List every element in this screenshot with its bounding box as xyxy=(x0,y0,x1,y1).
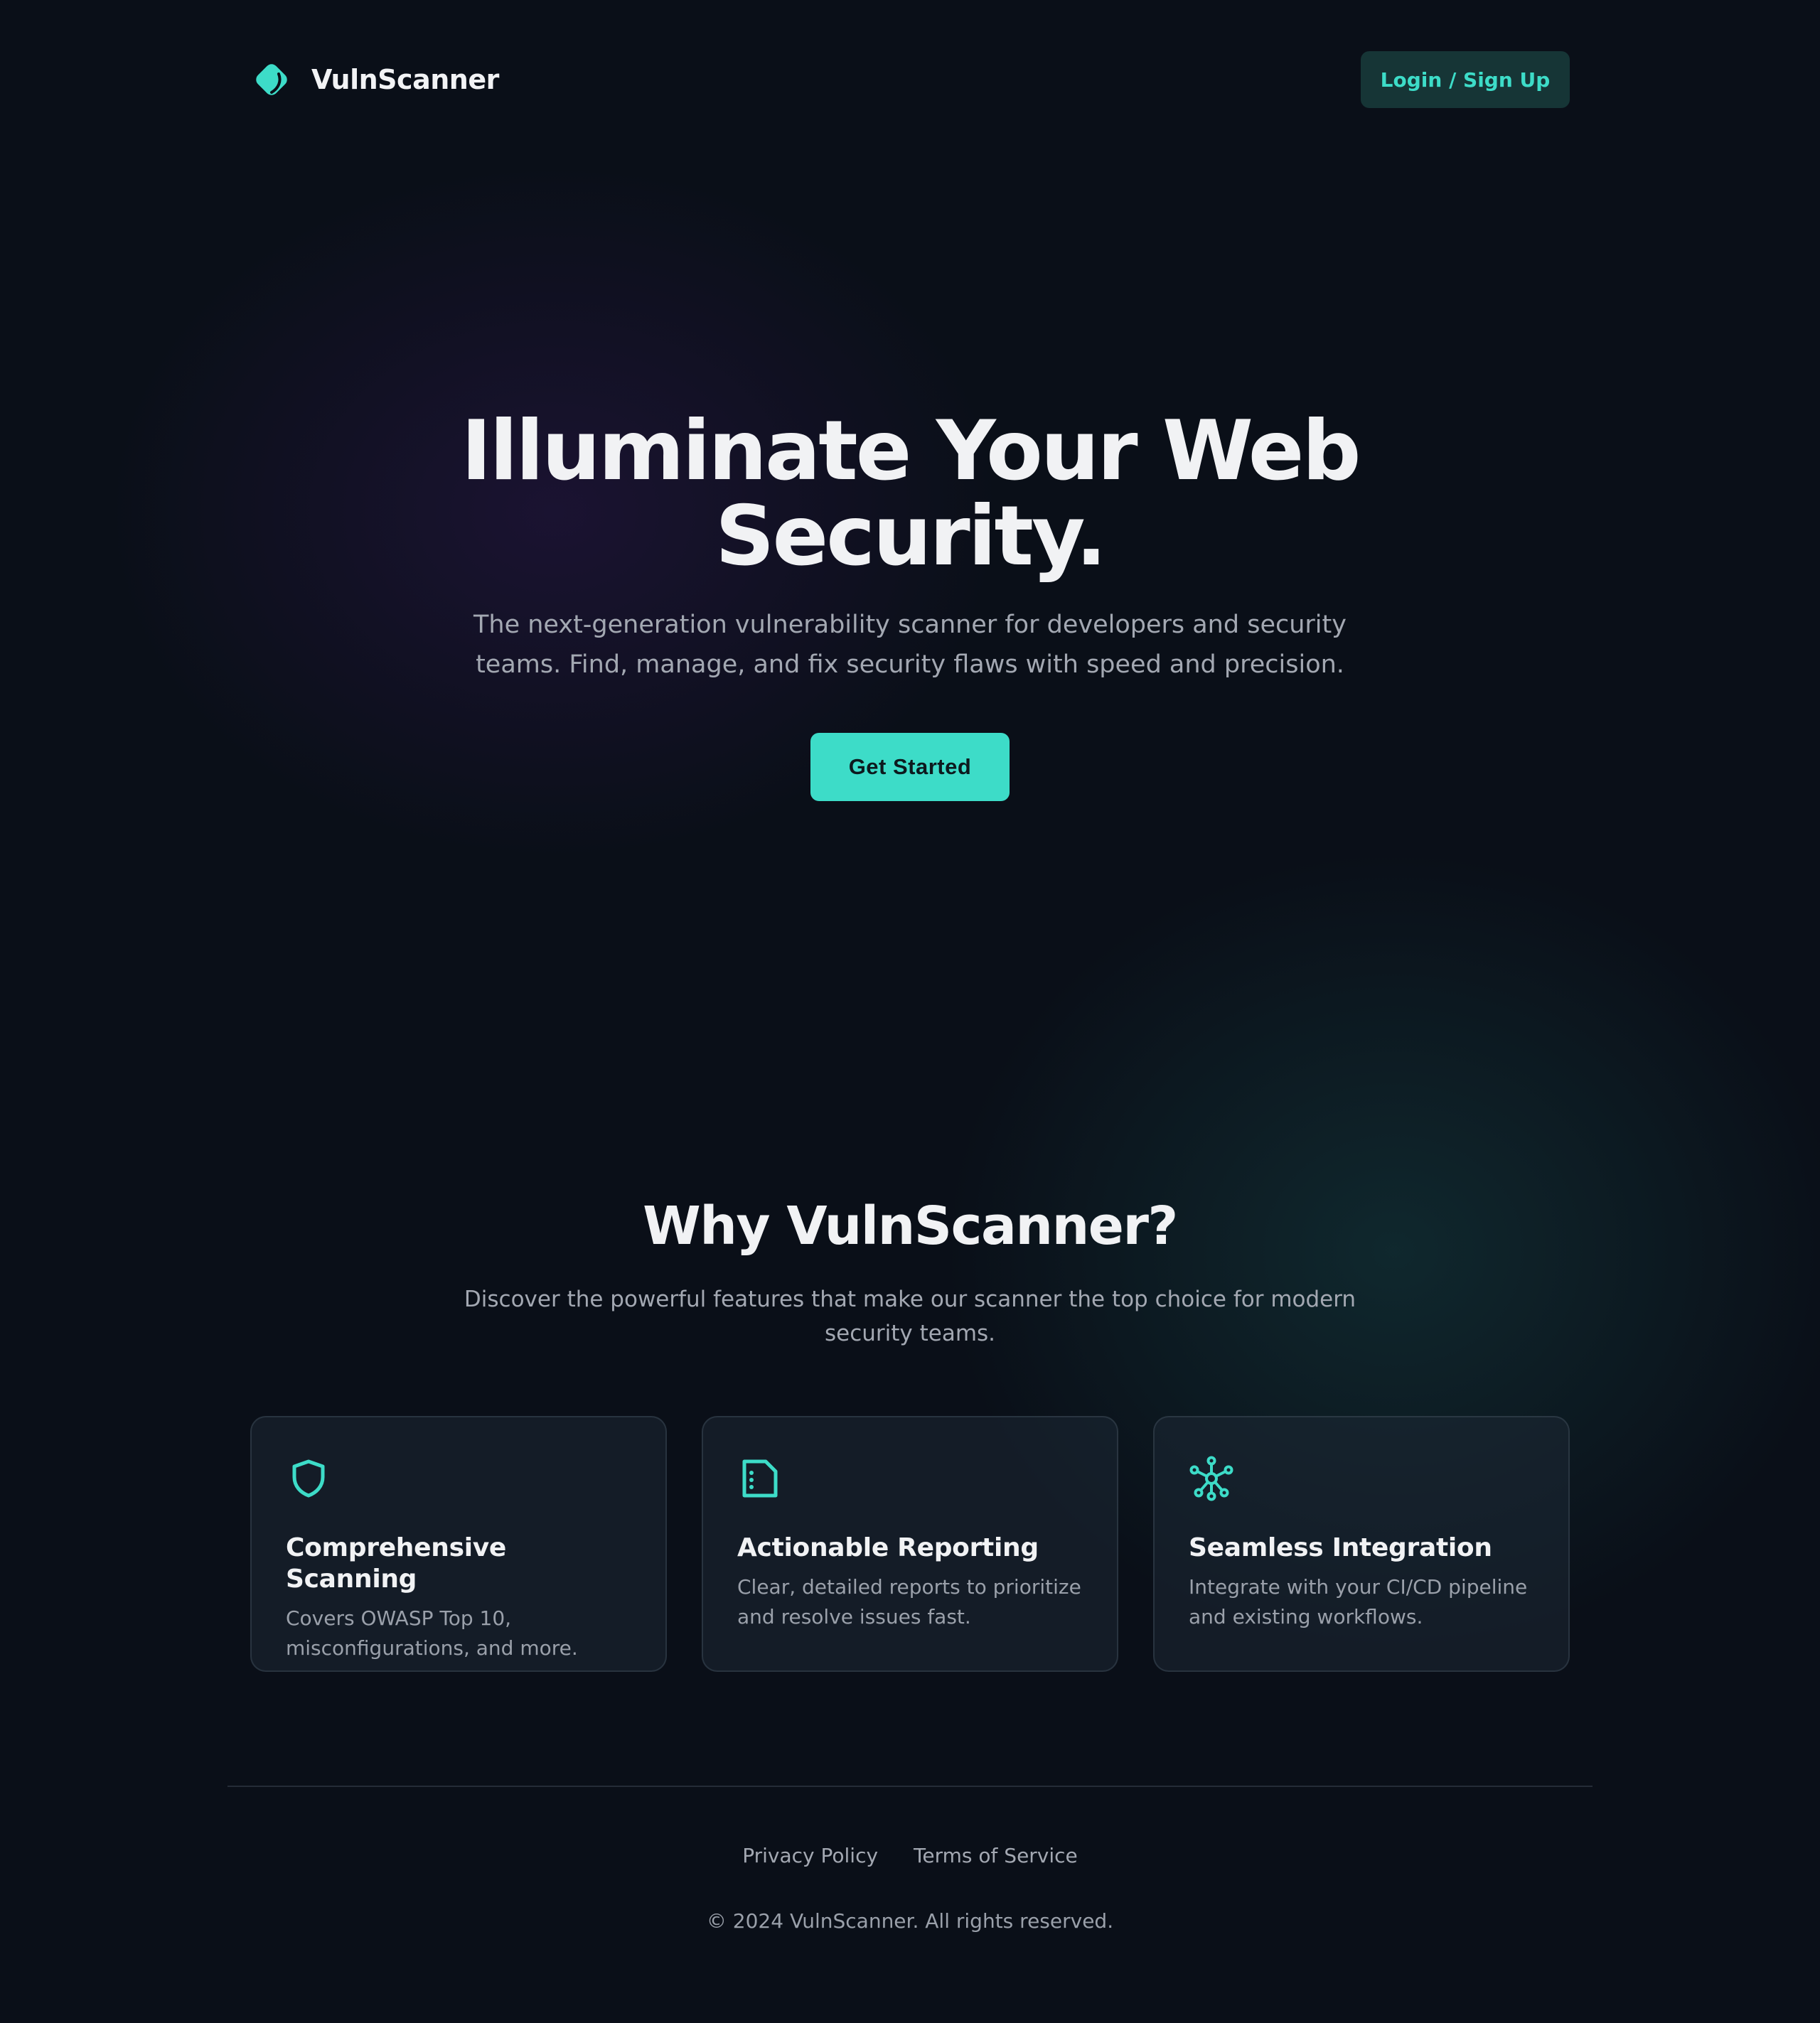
hero-subtitle: The next-generation vulnerability scanne… xyxy=(473,611,1347,679)
footer-divider xyxy=(228,1786,1592,1787)
report-document-icon xyxy=(742,1459,778,1498)
hero-title: Illuminate Your Web Security. xyxy=(461,403,1361,584)
tag-diamond-icon xyxy=(256,64,287,95)
hero-section: Illuminate Your Web Security. The next-g… xyxy=(0,409,1820,801)
feature-description: Clear, detailed reports to prioritize an… xyxy=(737,1575,1081,1628)
login-signup-button[interactable]: Login / Sign Up xyxy=(1361,51,1570,108)
feature-card-scanning: Comprehensive Scanning Covers OWASP Top … xyxy=(250,1416,667,1672)
brand[interactable]: VulnScanner xyxy=(250,58,499,101)
why-subtitle: Discover the powerful features that make… xyxy=(464,1287,1356,1346)
why-section: Why VulnScanner? Discover the powerful f… xyxy=(0,1194,1820,1351)
why-title: Why VulnScanner? xyxy=(643,1196,1178,1257)
copyright-text: © 2024 VulnScanner. All rights reserved. xyxy=(706,1909,1114,1933)
feature-card-integration: Seamless Integration Integrate with your… xyxy=(1153,1416,1570,1672)
feature-cards: Comprehensive Scanning Covers OWASP Top … xyxy=(250,1416,1570,1672)
network-hub-icon xyxy=(1189,1456,1233,1501)
feature-description: Covers OWASP Top 10, misconfigurations, … xyxy=(286,1606,578,1660)
feature-title: Actionable Reporting xyxy=(737,1533,1039,1562)
privacy-policy-link[interactable]: Privacy Policy xyxy=(742,1844,878,1867)
site-header: VulnScanner Login / Sign Up xyxy=(250,51,1570,108)
feature-title: Comprehensive Scanning xyxy=(286,1533,507,1594)
feature-title: Seamless Integration xyxy=(1189,1533,1492,1562)
get-started-button[interactable]: Get Started xyxy=(810,733,1010,801)
shield-icon xyxy=(292,1459,325,1498)
footer-links: Privacy Policy Terms of Service xyxy=(0,1844,1820,1867)
brand-name: VulnScanner xyxy=(311,64,499,95)
feature-card-reporting: Actionable Reporting Clear, detailed rep… xyxy=(702,1416,1118,1672)
landing-page: VulnScanner Login / Sign Up Illuminate Y… xyxy=(0,0,1820,2023)
feature-description: Integrate with your CI/CD pipeline and e… xyxy=(1189,1575,1528,1628)
terms-of-service-link[interactable]: Terms of Service xyxy=(914,1844,1078,1867)
